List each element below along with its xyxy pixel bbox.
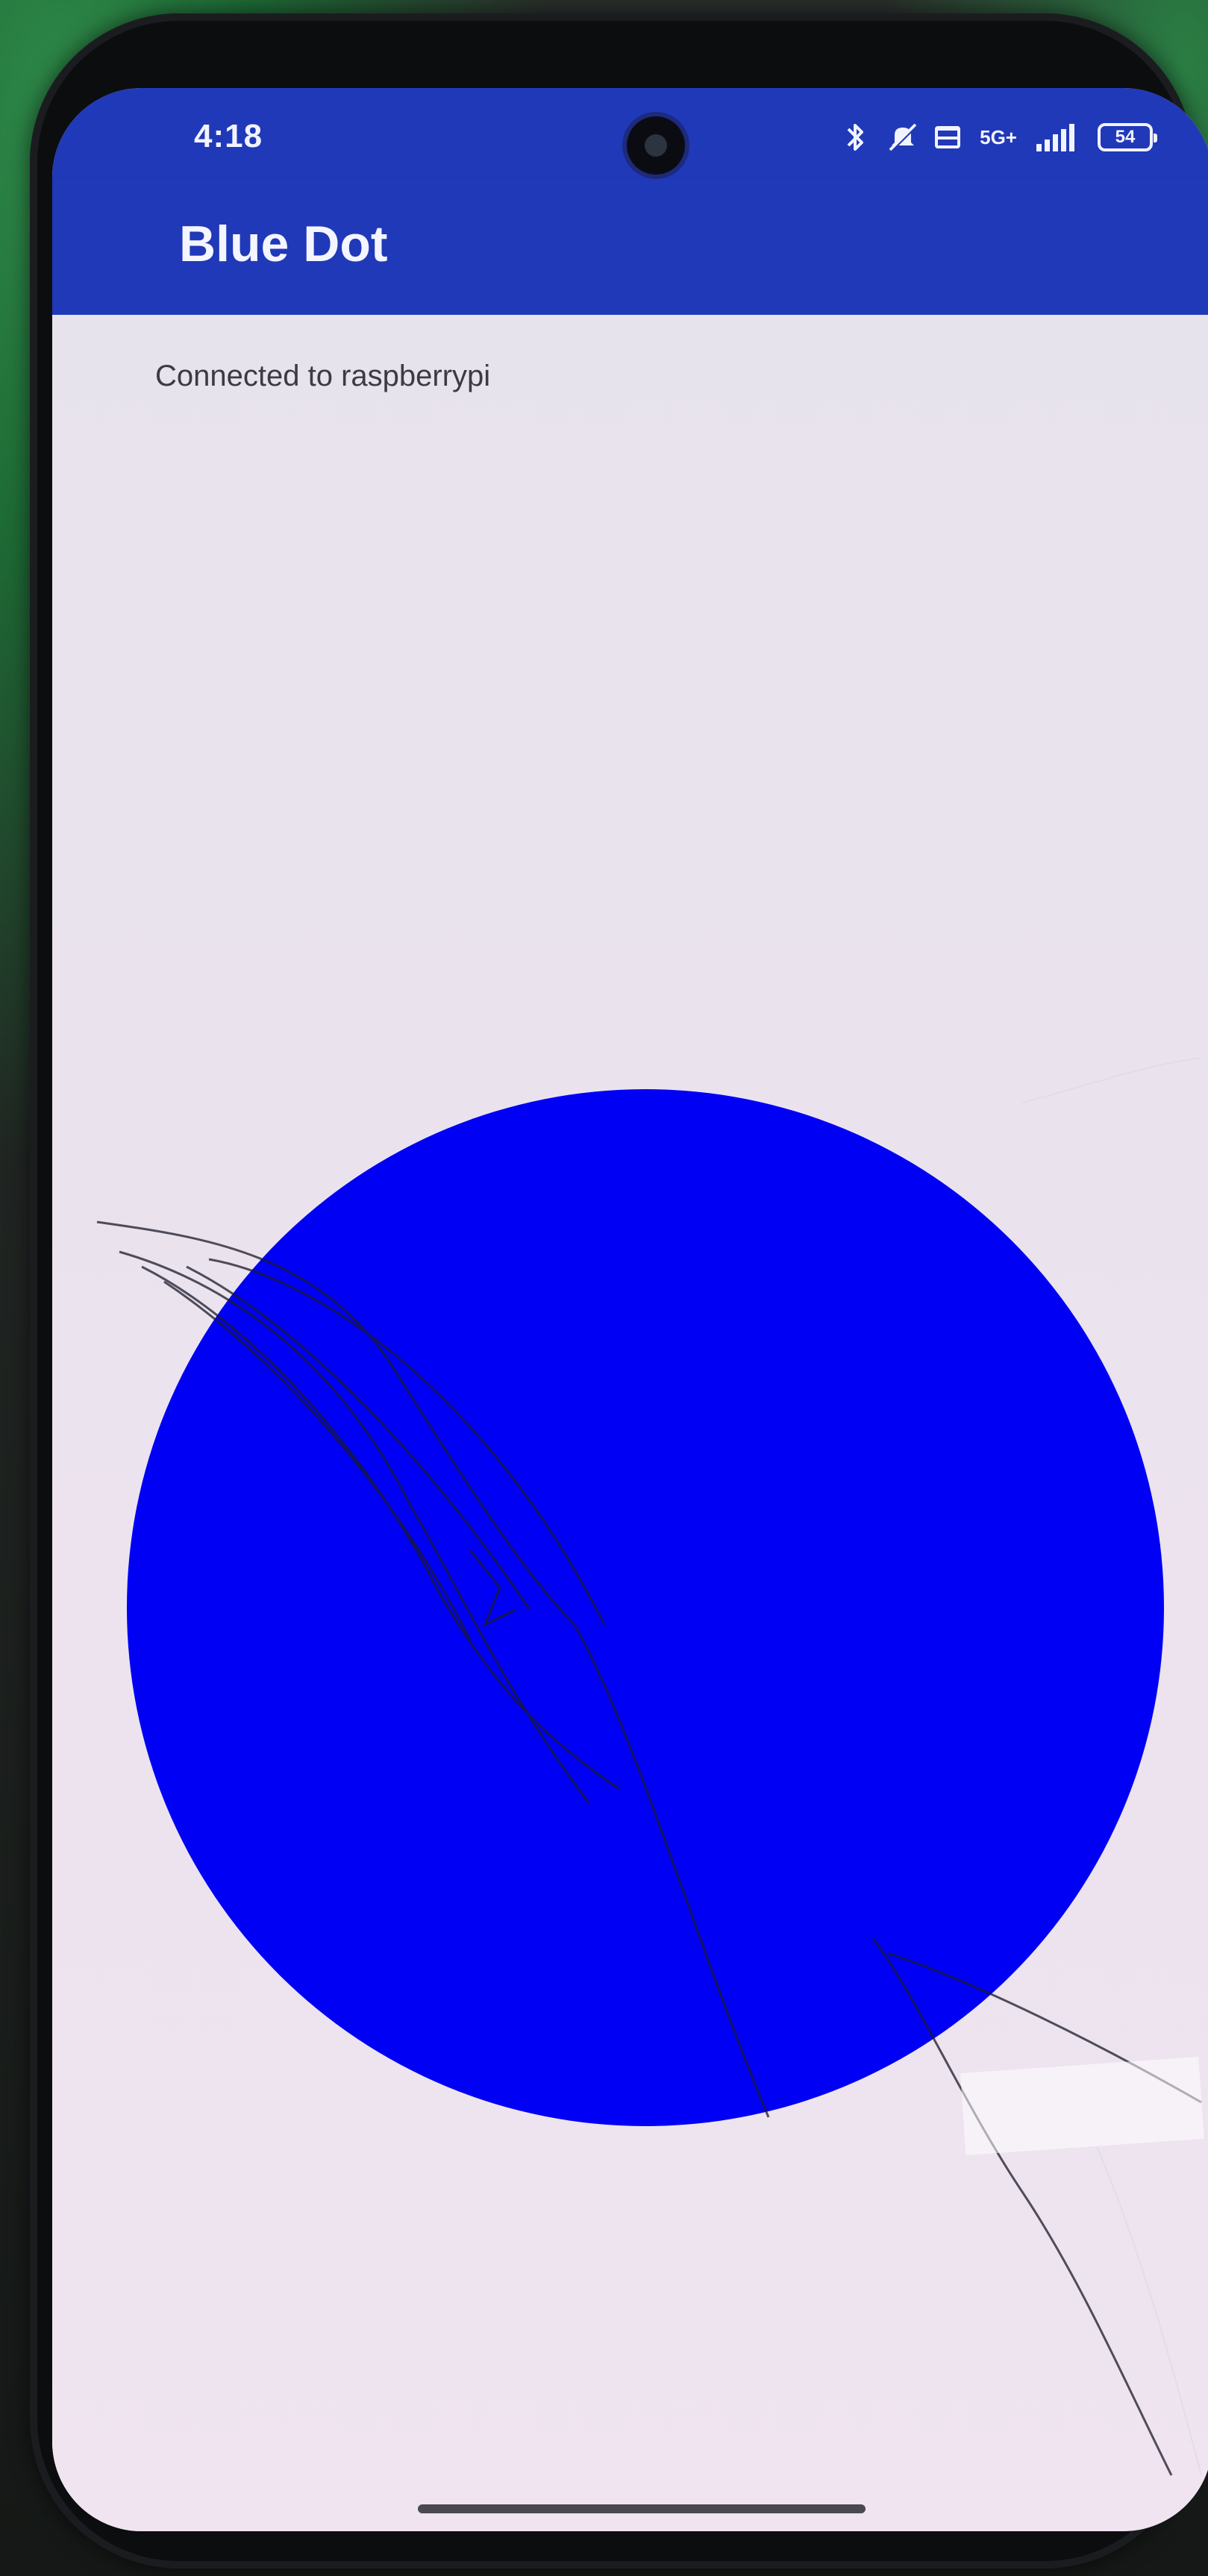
signal-icon xyxy=(1035,122,1080,153)
phone-screen: 4:18 5G+ 54 Blue Dot Connected to raspbe… xyxy=(52,88,1208,2531)
battery-icon: 54 xyxy=(1098,123,1157,151)
status-time: 4:18 xyxy=(194,118,263,154)
home-indicator[interactable] xyxy=(418,2504,866,2513)
connection-status: Connected to raspberrypi xyxy=(155,360,491,392)
main-content: Connected to raspberrypi xyxy=(52,315,1208,2531)
battery-level: 54 xyxy=(1115,127,1136,147)
status-bar: 4:18 5G+ 54 xyxy=(52,88,1208,179)
app-bar: Blue Dot xyxy=(52,179,1208,315)
mute-icon xyxy=(887,122,918,153)
bluetooth-icon xyxy=(841,122,869,153)
status-icons: 5G+ 54 xyxy=(841,121,1157,154)
front-camera xyxy=(627,116,685,175)
blue-dot-button[interactable] xyxy=(127,1089,1164,2126)
volte-icon xyxy=(933,122,962,153)
app-title: Blue Dot xyxy=(179,216,388,272)
network-type: 5G+ xyxy=(980,126,1017,148)
phone-frame: 4:18 5G+ 54 Blue Dot Connected to raspbe… xyxy=(30,13,1208,2569)
